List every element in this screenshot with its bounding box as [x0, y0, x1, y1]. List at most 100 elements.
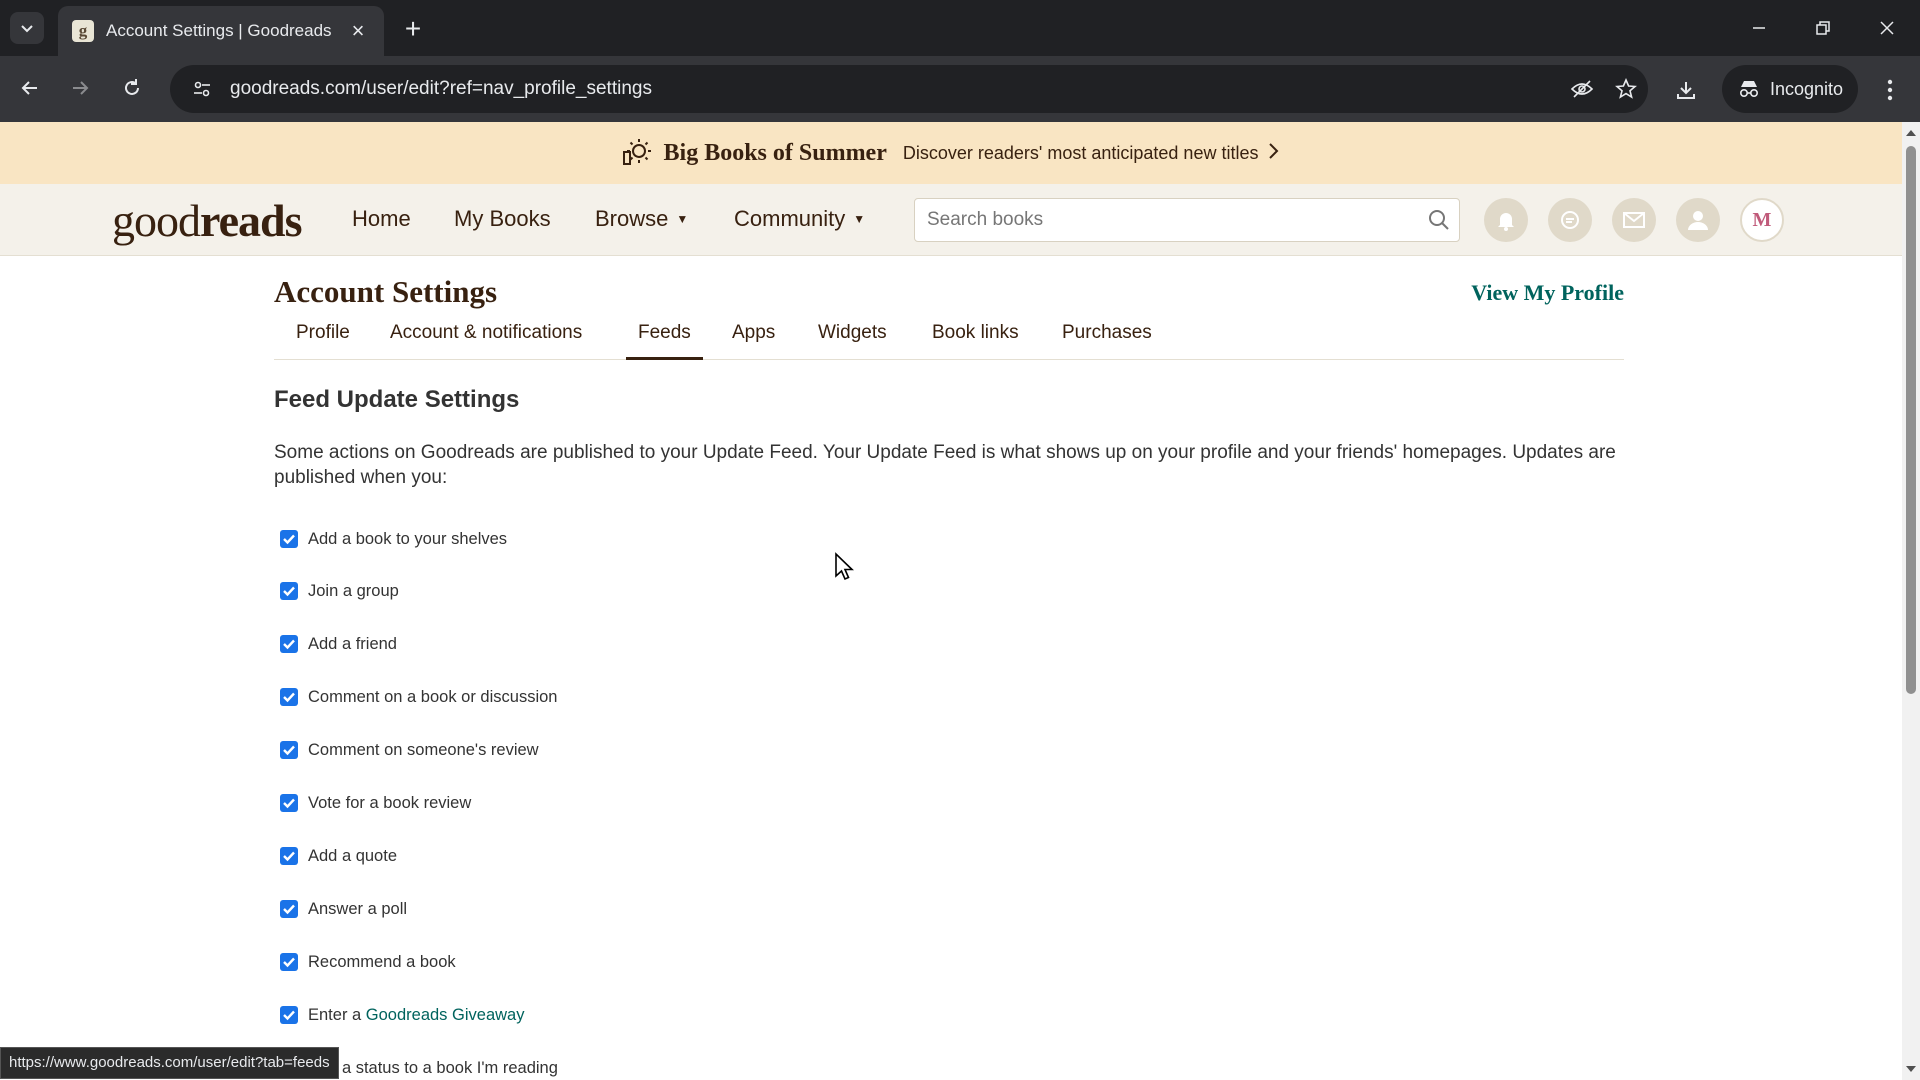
banner-subtitle: Discover readers' most anticipated new t…: [902, 142, 1259, 163]
scroll-up-arrow-icon[interactable]: [1906, 130, 1916, 136]
page-scrollbar[interactable]: [1902, 122, 1920, 1080]
browser-toolbar: goodreads.com/user/edit?ref=nav_profile_…: [0, 56, 1920, 122]
scroll-down-arrow-icon[interactable]: [1906, 1066, 1916, 1072]
tab-search-button[interactable]: [10, 12, 44, 44]
checkbox-row[interactable]: Enter a Goodreads Giveaway: [280, 1002, 524, 1028]
checkbox-label: Add a friend: [308, 634, 397, 653]
forward-button[interactable]: [60, 68, 100, 108]
bookmark-star-icon[interactable]: [1604, 78, 1648, 100]
incognito-label: Incognito: [1770, 78, 1844, 99]
checkbox-checked[interactable]: [280, 582, 298, 600]
download-icon: [1677, 82, 1695, 99]
view-my-profile-link[interactable]: View My Profile: [1471, 280, 1624, 306]
checkbox-row[interactable]: Add a quote: [280, 843, 397, 869]
checkbox-row[interactable]: Comment on someone's review: [280, 737, 539, 763]
browser-tab-bar: g Account Settings | Goodreads × +: [0, 0, 1920, 56]
checkbox-checked[interactable]: [280, 953, 298, 971]
web-page: Big Books of Summer Discover readers' mo…: [0, 122, 1902, 1080]
caret-down-icon: ▼: [676, 212, 689, 226]
checkbox-checked[interactable]: [280, 900, 298, 918]
checkmark-icon: [283, 1010, 295, 1021]
checkbox-label: Answer a poll: [308, 899, 408, 918]
checkbox-row[interactable]: Recommend a book: [280, 949, 456, 975]
promo-banner[interactable]: Big Books of Summer Discover readers' mo…: [0, 122, 1902, 184]
logo-text-bold: reads: [200, 195, 302, 246]
checkbox-checked[interactable]: [280, 1006, 298, 1024]
address-bar[interactable]: goodreads.com/user/edit?ref=nav_profile_…: [170, 65, 1648, 113]
profile-avatar[interactable]: M: [1740, 198, 1784, 242]
scrollbar-thumb[interactable]: [1906, 146, 1916, 694]
search-icon[interactable]: [1419, 209, 1459, 231]
nav-my-books[interactable]: My Books: [454, 206, 551, 232]
checkbox-row[interactable]: Join a group: [280, 578, 399, 604]
checkmark-icon: [283, 798, 295, 809]
nav-browse[interactable]: Browse ▼: [595, 206, 688, 232]
messages-envelope-icon[interactable]: [1612, 198, 1656, 242]
checkbox-row[interactable]: Vote for a book review: [280, 790, 471, 816]
arrow-left-icon: [21, 81, 37, 95]
checkbox-row[interactable]: Comment on a book or discussion: [280, 684, 557, 710]
notifications-bell-icon[interactable]: [1484, 198, 1528, 242]
checkbox-checked[interactable]: [280, 847, 298, 865]
checkbox-checked[interactable]: [280, 688, 298, 706]
checkbox-label: Vote for a book review: [308, 793, 472, 812]
tab-feeds[interactable]: Feeds: [626, 322, 703, 360]
checkbox-checked[interactable]: [280, 794, 298, 812]
tracking-protection-icon[interactable]: [1560, 79, 1604, 99]
nav-home[interactable]: Home: [352, 206, 411, 232]
tab-account-notifications[interactable]: Account & notifications: [378, 322, 594, 360]
close-window-button[interactable]: [1862, 10, 1912, 46]
feed-intro-text: Some actions on Goodreads are published …: [274, 442, 1616, 488]
checkmark-icon: [283, 639, 295, 650]
nav-community[interactable]: Community ▼: [734, 206, 865, 232]
downloads-button[interactable]: [1666, 70, 1706, 110]
restore-window-button[interactable]: [1798, 10, 1848, 46]
reload-button[interactable]: [112, 68, 152, 108]
nav-community-label: Community: [734, 206, 846, 231]
close-icon: [1880, 21, 1894, 35]
banner-title: Big Books of Summer: [663, 139, 887, 166]
section-title: Feed Update Settings: [274, 386, 520, 413]
checkbox-label: Add a book to your shelves: [308, 529, 508, 548]
discussions-icon[interactable]: [1548, 198, 1592, 242]
tab-close-icon[interactable]: ×: [346, 18, 370, 44]
tab-purchases[interactable]: Purchases: [1050, 322, 1164, 360]
logo-text-light: good: [112, 195, 201, 246]
search-input[interactable]: [915, 200, 1419, 240]
nav-home-label: Home: [352, 206, 411, 231]
checkbox-label: Enter a Goodreads Giveaway: [308, 1006, 524, 1025]
sun-icon: [622, 136, 652, 171]
incognito-indicator[interactable]: Incognito: [1722, 65, 1858, 113]
minimize-window-button[interactable]: [1734, 10, 1784, 46]
checkbox-row[interactable]: Add a friend: [280, 631, 397, 657]
reload-icon: [125, 79, 139, 95]
back-button[interactable]: [10, 68, 50, 108]
checkbox-label-text: Enter a: [308, 1005, 366, 1024]
checkbox-row[interactable]: Add a book to your shelves: [280, 526, 507, 552]
tab-widgets[interactable]: Widgets: [806, 322, 899, 360]
more-vertical-icon: [1887, 79, 1893, 101]
checkbox-checked[interactable]: [280, 530, 298, 548]
checkbox-checked[interactable]: [280, 741, 298, 759]
checkbox-row[interactable]: Answer a poll: [280, 896, 407, 922]
tab-title: Account Settings | Goodreads: [106, 21, 332, 40]
checkbox-checked[interactable]: [280, 635, 298, 653]
avatar-initial: M: [1752, 208, 1772, 231]
tab-book-links[interactable]: Book links: [920, 322, 1031, 360]
browser-menu-button[interactable]: [1872, 70, 1908, 110]
checkmark-icon: [283, 534, 295, 545]
tune-icon: [194, 81, 210, 97]
url-text[interactable]: goodreads.com/user/edit?ref=nav_profile_…: [230, 78, 1560, 100]
browser-tab-active[interactable]: g Account Settings | Goodreads ×: [58, 6, 384, 56]
site-header: goodreads Home My Books Browse ▼ Communit…: [0, 184, 1902, 256]
goodreads-favicon-icon: g: [72, 20, 94, 42]
tab-profile[interactable]: Profile: [284, 322, 362, 360]
friends-icon[interactable]: [1676, 198, 1720, 242]
site-info-button[interactable]: [180, 79, 224, 99]
search-box: [914, 198, 1460, 242]
tab-apps[interactable]: Apps: [720, 322, 787, 360]
checkbox-label: Join a group: [308, 581, 399, 600]
goodreads-logo[interactable]: goodreads: [112, 194, 302, 247]
goodreads-giveaway-link[interactable]: Goodreads Giveaway: [366, 1006, 525, 1024]
new-tab-button[interactable]: +: [396, 12, 430, 46]
